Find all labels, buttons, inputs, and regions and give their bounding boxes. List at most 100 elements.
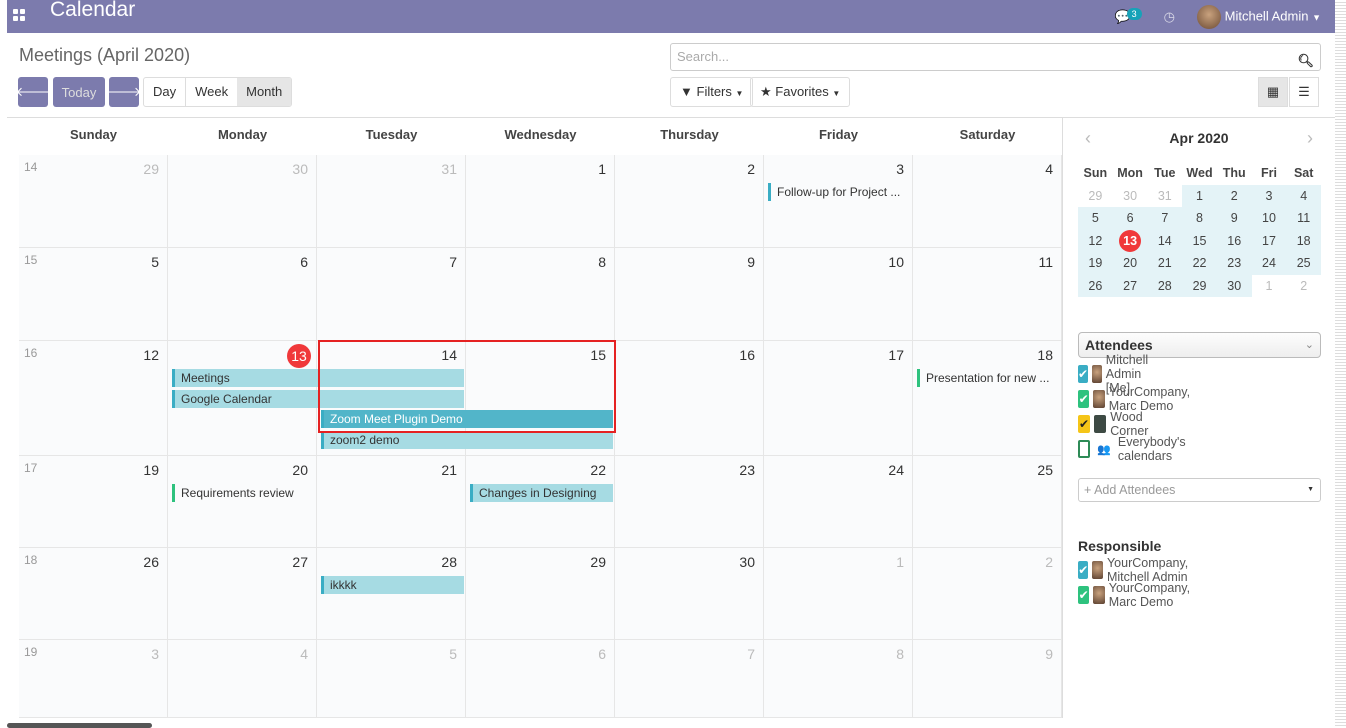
scale-day-button[interactable]: Day <box>144 78 185 106</box>
day-cell[interactable]: 10 <box>764 248 913 341</box>
mini-day[interactable]: 6 <box>1112 207 1148 230</box>
messages-button[interactable]: 💬3 <box>1114 7 1142 25</box>
day-cell[interactable]: 27 <box>168 548 317 640</box>
mini-day[interactable]: 28 <box>1147 274 1183 297</box>
mini-day[interactable]: 9 <box>1216 207 1252 230</box>
day-cell[interactable]: 28 <box>317 548 466 640</box>
day-cell[interactable]: 9 <box>913 640 1062 718</box>
filter-checkbox[interactable]: ✔ <box>1078 390 1090 408</box>
mini-day[interactable]: 18 <box>1286 229 1322 252</box>
day-cell[interactable]: 16 <box>615 341 764 456</box>
mini-day[interactable]: 8 <box>1182 207 1217 230</box>
day-cell[interactable]: 14 29 <box>19 155 168 248</box>
mini-next-month-icon[interactable]: › <box>1307 128 1313 149</box>
day-cell[interactable]: 22 <box>466 456 615 548</box>
mini-day[interactable]: 17 <box>1251 229 1287 252</box>
day-cell[interactable]: 4 <box>913 155 1062 248</box>
mini-day[interactable]: 15 <box>1182 229 1217 252</box>
user-menu[interactable]: Mitchell Admin ▼ <box>1197 4 1321 29</box>
search-input[interactable]: Search... 🔍︎ <box>670 43 1321 71</box>
day-cell[interactable]: 25 <box>913 456 1062 548</box>
mini-day[interactable]: 3 <box>1251 184 1287 207</box>
add-attendees-input[interactable]: + Add Attendees ▼ <box>1078 478 1321 502</box>
filter-checkbox[interactable]: ✔ <box>1078 561 1089 579</box>
mini-day[interactable]: 26 <box>1078 274 1113 297</box>
favorites-dropdown[interactable]: ★ Favorites ▼ <box>750 77 851 107</box>
horizontal-scrollbar[interactable] <box>7 723 152 728</box>
mini-day[interactable]: 13 <box>1112 229 1148 252</box>
mini-day[interactable]: 5 <box>1078 207 1113 230</box>
previous-button[interactable]: 🡐 <box>16 77 50 107</box>
mini-day[interactable]: 30 <box>1216 274 1252 297</box>
day-cell[interactable]: 15 5 <box>19 248 168 341</box>
today-button[interactable]: Today <box>53 77 105 107</box>
day-cell[interactable]: 31 <box>317 155 466 248</box>
mini-day[interactable]: 21 <box>1147 252 1183 275</box>
mini-day[interactable]: 29 <box>1182 274 1217 297</box>
mini-day[interactable]: 23 <box>1216 252 1252 275</box>
mini-day[interactable]: 1 <box>1182 184 1217 207</box>
mini-day[interactable]: 29 <box>1078 185 1113 208</box>
search-icon[interactable]: 🔍︎ <box>1297 48 1314 74</box>
filter-item[interactable]: 👥 Everybody's calendars <box>1078 435 1191 463</box>
mini-day[interactable]: 19 <box>1078 252 1113 275</box>
day-cell[interactable]: 2 <box>615 155 764 248</box>
day-cell[interactable]: 19 3 <box>19 640 168 718</box>
activity-clock-icon[interactable]: ◷ <box>1164 9 1175 25</box>
mini-day[interactable]: 1 <box>1252 275 1287 298</box>
day-cell[interactable]: 23 <box>615 456 764 548</box>
calendar-event[interactable]: Follow-up for Project ... <box>768 183 911 201</box>
mini-day[interactable]: 22 <box>1182 252 1217 275</box>
filter-item[interactable]: ✔ YourCompany, Mitchell Admin <box>1078 556 1203 584</box>
day-cell[interactable]: 30 <box>168 155 317 248</box>
day-cell[interactable]: 29 <box>466 548 615 640</box>
calendar-view-button[interactable]: ▦ <box>1258 77 1288 107</box>
day-cell[interactable]: 17 <box>764 341 913 456</box>
day-cell[interactable]: 18 <box>913 341 1062 456</box>
filter-item[interactable]: ✔ Wood Corner <box>1078 410 1160 438</box>
day-cell[interactable]: 30 <box>615 548 764 640</box>
day-cell[interactable]: 5 <box>317 640 466 718</box>
day-cell[interactable]: 7 <box>317 248 466 341</box>
day-cell[interactable]: 20 <box>168 456 317 548</box>
day-cell[interactable]: 24 <box>764 456 913 548</box>
day-cell[interactable]: 1 <box>764 548 913 640</box>
day-cell[interactable]: 18 26 <box>19 548 168 640</box>
calendar-event[interactable]: ikkkk <box>321 576 464 594</box>
day-cell[interactable]: 1 <box>466 155 615 248</box>
filter-checkbox[interactable] <box>1078 440 1091 458</box>
mini-day[interactable]: 16 <box>1216 229 1252 252</box>
filter-checkbox[interactable]: ✔ <box>1078 365 1089 383</box>
filters-dropdown[interactable]: ▼ Filters ▼ <box>670 77 754 107</box>
mini-day[interactable]: 14 <box>1147 229 1183 252</box>
day-cell[interactable]: 8 <box>466 248 615 341</box>
next-button[interactable]: 🡒 <box>107 77 141 107</box>
mini-day[interactable]: 2 <box>1216 184 1252 207</box>
mini-day[interactable]: 27 <box>1112 274 1148 297</box>
day-cell[interactable]: 21 <box>317 456 466 548</box>
day-cell[interactable]: 2 <box>913 548 1062 640</box>
filter-item[interactable]: ✔ Mitchell Admin [Me] <box>1078 353 1164 395</box>
day-cell[interactable]: 16 12 <box>19 341 168 456</box>
day-cell[interactable]: 9 <box>615 248 764 341</box>
scale-month-button[interactable]: Month <box>237 78 292 106</box>
day-cell[interactable]: 3 <box>764 155 913 248</box>
day-cell[interactable]: 8 <box>764 640 913 718</box>
calendar-event[interactable]: Requirements review <box>172 484 315 502</box>
scale-week-button[interactable]: Week <box>185 78 237 106</box>
apps-menu-icon[interactable] <box>13 9 25 21</box>
mini-day[interactable]: 20 <box>1112 252 1148 275</box>
day-cell[interactable]: 7 <box>615 640 764 718</box>
filter-checkbox[interactable]: ✔ <box>1078 586 1090 604</box>
calendar-event[interactable]: zoom2 demo <box>321 430 613 449</box>
filter-checkbox[interactable]: ✔ <box>1078 415 1091 433</box>
day-cell[interactable]: 11 <box>913 248 1062 341</box>
mini-day[interactable]: 25 <box>1286 252 1322 275</box>
mini-day[interactable]: 12 <box>1078 229 1113 252</box>
day-cell[interactable]: 4 <box>168 640 317 718</box>
mini-day[interactable]: 11 <box>1286 207 1322 230</box>
day-cell[interactable]: 6 <box>466 640 615 718</box>
filter-item[interactable]: ✔ YourCompany, Marc Demo <box>1078 581 1203 609</box>
calendar-event[interactable]: Presentation for new ... <box>917 369 1060 387</box>
day-cell[interactable]: 6 <box>168 248 317 341</box>
